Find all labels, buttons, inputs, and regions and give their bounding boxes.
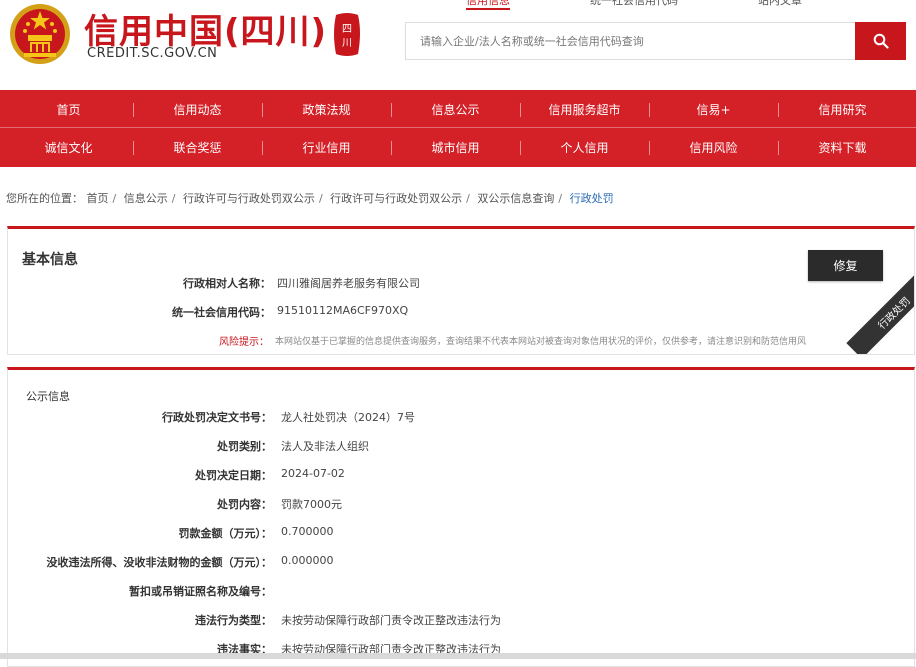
penalty-content-value: 罚款7000元 bbox=[281, 498, 342, 511]
confiscation-amount-value: 0.000000 bbox=[281, 554, 334, 567]
basic-info-panel: 基本信息 行政相对人名称： 四川雅阁居养老服务有限公司 统一社会信用代码： 91… bbox=[7, 226, 915, 355]
top-link-articles[interactable]: 站内文章 bbox=[758, 0, 802, 8]
nav-item-disclosure[interactable]: 信息公示 bbox=[391, 90, 520, 128]
horizontal-scrollbar[interactable] bbox=[0, 653, 916, 659]
nav-item-home[interactable]: 首页 bbox=[4, 90, 133, 128]
credit-code-label: 统一社会信用代码： bbox=[172, 306, 271, 319]
license-revocation-label: 暂扣或吊销证照名称及编号： bbox=[129, 585, 272, 598]
nav-item-credit-news[interactable]: 信用动态 bbox=[133, 90, 262, 128]
name-row: 行政相对人名称： 四川雅阁居养老服务有限公司 bbox=[8, 275, 708, 291]
nav-item-city-credit[interactable]: 城市信用 bbox=[391, 128, 520, 166]
breadcrumb-query[interactable]: 双公示信息查询 bbox=[477, 192, 554, 205]
breadcrumb-double-disclosure-2[interactable]: 行政许可与行政处罚双公示 bbox=[330, 192, 462, 205]
nav-item-service-market[interactable]: 信用服务超市 bbox=[520, 90, 649, 128]
name-value: 四川雅阁居养老服务有限公司 bbox=[277, 277, 420, 290]
breadcrumb-double-disclosure[interactable]: 行政许可与行政处罚双公示 bbox=[183, 192, 315, 205]
site-url: CREDIT.SC.GOV.CN bbox=[87, 46, 218, 61]
breadcrumb-current[interactable]: 行政处罚 bbox=[570, 192, 614, 205]
breadcrumb-prefix: 您所在的位置： bbox=[6, 192, 83, 205]
search-box bbox=[405, 22, 856, 60]
main-nav: 首页 信用动态 政策法规 信息公示 信用服务超市 信易+ 信用研究 诚信文化 联… bbox=[0, 90, 916, 167]
top-links: 信用信息 统一社会信用代码 站内文章 bbox=[440, 0, 840, 10]
public-info-panel: 公示信息 行政处罚决定文书号： 龙人社处罚决（2024）7号 处罚类别： 法人及… bbox=[7, 367, 915, 667]
breadcrumb-home[interactable]: 首页 bbox=[87, 192, 109, 205]
penalty-content-label: 处罚内容： bbox=[217, 498, 272, 511]
nav-item-research[interactable]: 信用研究 bbox=[778, 90, 907, 128]
nav-item-downloads[interactable]: 资料下载 bbox=[778, 128, 907, 166]
nav-item-credit-plus[interactable]: 信易+ bbox=[649, 90, 778, 128]
confiscation-amount-label: 没收违法所得、没收非法财物的金额（万元）： bbox=[46, 556, 273, 569]
penalty-category-value: 法人及非法人组织 bbox=[281, 440, 369, 453]
risk-label: 风险提示： bbox=[219, 337, 269, 348]
nav-item-policy[interactable]: 政策法规 bbox=[262, 90, 391, 128]
fine-amount-label: 罚款金额（万元）： bbox=[178, 527, 273, 540]
nav-row-1: 首页 信用动态 政策法规 信息公示 信用服务超市 信易+ 信用研究 bbox=[0, 90, 916, 128]
nav-row-2: 诚信文化 联合奖惩 行业信用 城市信用 个人信用 信用风险 资料下载 bbox=[0, 128, 916, 166]
repair-button[interactable]: 修复 bbox=[808, 250, 883, 281]
nav-item-personal-credit[interactable]: 个人信用 bbox=[520, 128, 649, 166]
search-icon bbox=[873, 33, 889, 49]
nav-item-industry-credit[interactable]: 行业信用 bbox=[262, 128, 391, 166]
doc-number-label: 行政处罚决定文书号： bbox=[162, 411, 272, 424]
name-label: 行政相对人名称： bbox=[183, 277, 271, 290]
site-header: 信用中国(四川) CREDIT.SC.GOV.CN 四 川 信用信息 统一社会信… bbox=[0, 0, 916, 90]
breadcrumb: 您所在的位置： 首页 / 信息公示 / 行政许可与行政处罚双公示 / 行政许可与行政处… bbox=[6, 192, 614, 205]
svg-text:四: 四 bbox=[342, 24, 352, 35]
fine-amount-value: 0.700000 bbox=[281, 525, 334, 538]
decision-date-value: 2024-07-02 bbox=[281, 467, 345, 480]
doc-number-value: 龙人社处罚决（2024）7号 bbox=[281, 411, 415, 424]
risk-row: 风险提示： 本网站仅基于已掌握的信息提供查询服务，查询结果不代表本网站对被查询对… bbox=[8, 333, 914, 348]
violation-type-value: 未按劳动保障行政部门责令改正整改违法行为 bbox=[281, 614, 501, 627]
search-input[interactable] bbox=[406, 23, 856, 59]
basic-info-title: 基本信息 bbox=[22, 252, 78, 268]
search-button[interactable] bbox=[855, 22, 906, 60]
svg-text:川: 川 bbox=[342, 38, 352, 49]
credit-code-value: 91510112MA6CF970XQ bbox=[277, 304, 409, 317]
top-link-credit-code[interactable]: 统一社会信用代码 bbox=[590, 0, 678, 8]
national-emblem-icon bbox=[10, 4, 70, 64]
decision-date-label: 处罚决定日期： bbox=[195, 469, 272, 482]
risk-text: 本网站仅基于已掌握的信息提供查询服务，查询结果不代表本网站对被查询对象信用状况的… bbox=[275, 337, 807, 347]
violation-type-label: 违法行为类型： bbox=[195, 614, 272, 627]
nav-item-credit-risk[interactable]: 信用风险 bbox=[649, 128, 778, 166]
nav-item-integrity-culture[interactable]: 诚信文化 bbox=[4, 128, 133, 166]
breadcrumb-disclosure[interactable]: 信息公示 bbox=[124, 192, 168, 205]
nav-item-joint-reward[interactable]: 联合奖惩 bbox=[133, 128, 262, 166]
credit-code-row: 统一社会信用代码： 91510112MA6CF970XQ bbox=[8, 304, 708, 320]
public-info-title: 公示信息 bbox=[26, 390, 70, 403]
penalty-category-label: 处罚类别： bbox=[217, 440, 272, 453]
top-link-credit-info[interactable]: 信用信息 bbox=[466, 0, 510, 10]
sichuan-seal-icon: 四 川 bbox=[334, 13, 360, 56]
